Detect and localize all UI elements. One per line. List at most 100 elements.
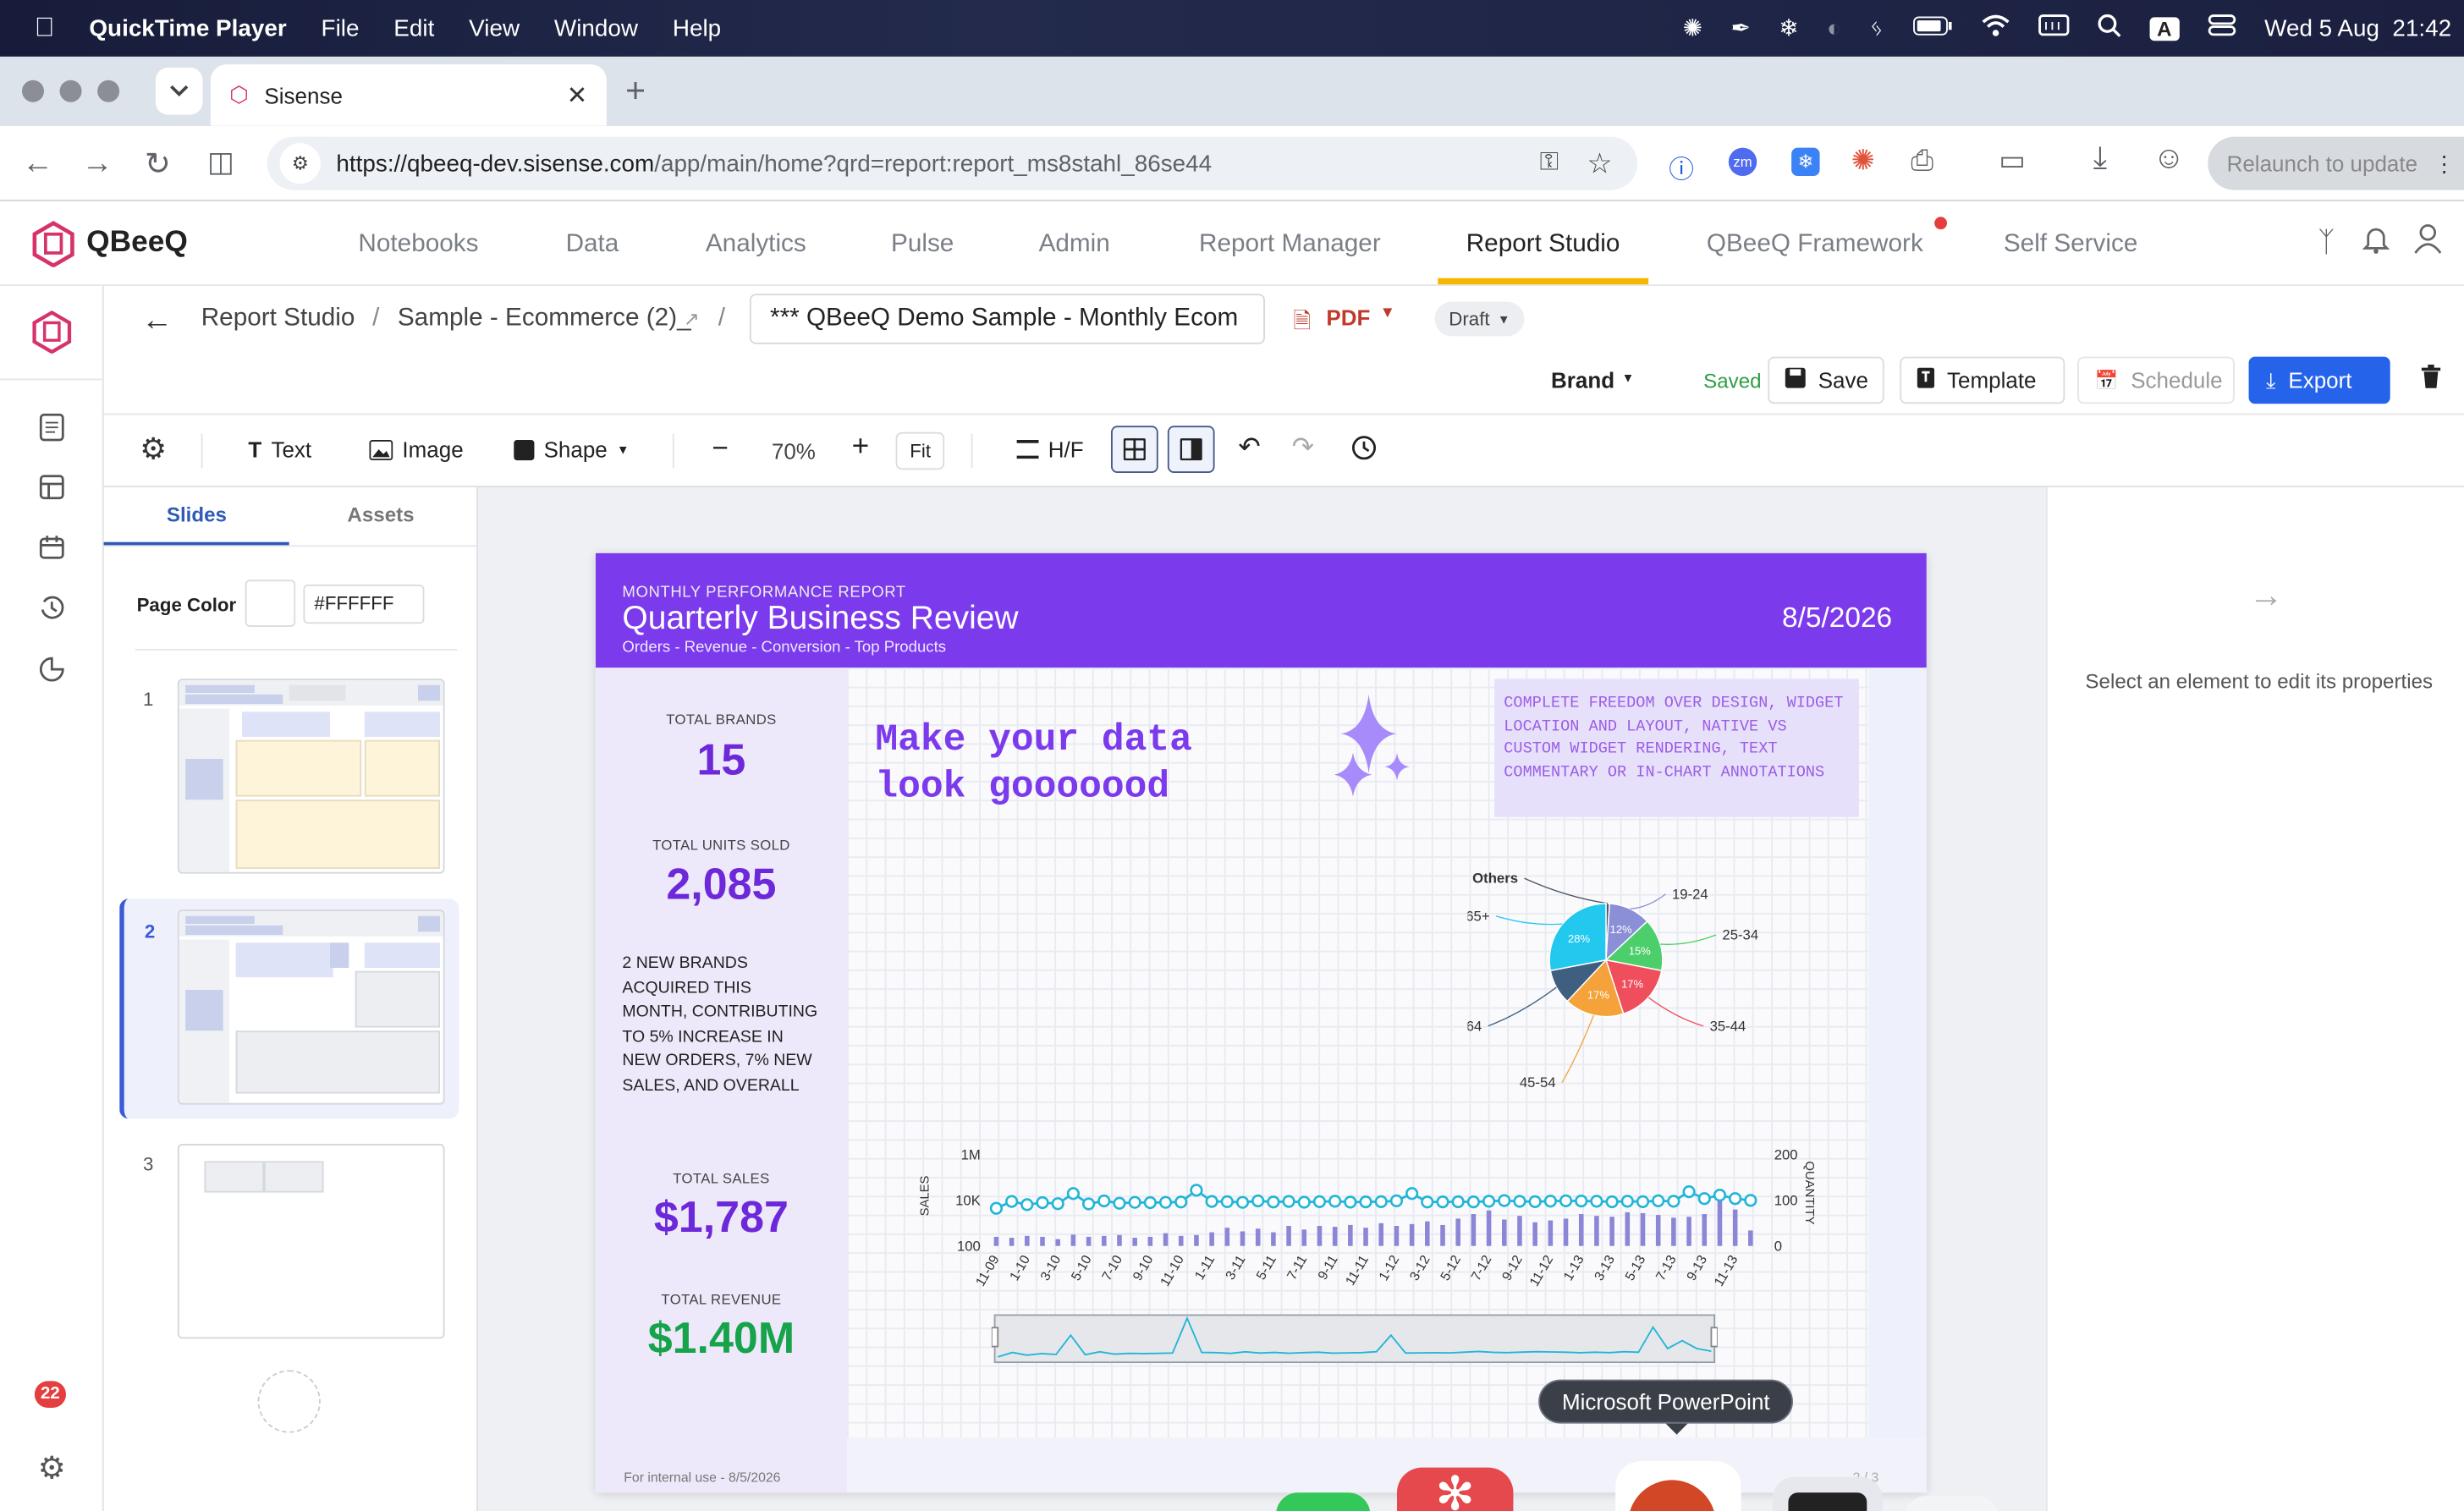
- quantity-bar[interactable]: [1409, 1223, 1415, 1246]
- sales-point[interactable]: [1066, 1187, 1081, 1201]
- bluetooth-icon[interactable]: ᛃ: [1869, 15, 1884, 42]
- sales-point[interactable]: [1528, 1195, 1542, 1208]
- quantity-bar[interactable]: [1686, 1217, 1691, 1246]
- quantity-bar[interactable]: [1301, 1229, 1307, 1246]
- sales-point[interactable]: [1005, 1195, 1019, 1208]
- quantity-bar[interactable]: [1025, 1235, 1030, 1246]
- quantity-bar[interactable]: [1009, 1238, 1015, 1246]
- dock-powerpoint-icon[interactable]: [1615, 1461, 1741, 1511]
- sales-point[interactable]: [1697, 1192, 1711, 1206]
- settings-gear-icon[interactable]: ⚙: [38, 1448, 66, 1487]
- zoom-in-icon[interactable]: +: [852, 431, 870, 465]
- sales-point[interactable]: [1051, 1197, 1064, 1211]
- quantity-bar[interactable]: [1471, 1214, 1477, 1246]
- quantity-bar[interactable]: [1594, 1216, 1599, 1246]
- sales-point[interactable]: [1636, 1195, 1650, 1208]
- sales-point[interactable]: [1220, 1195, 1234, 1208]
- dock-terminal-icon[interactable]: [1772, 1476, 1883, 1511]
- input-source-badge[interactable]: A: [2148, 16, 2180, 41]
- split-view-icon[interactable]: ◫: [207, 146, 234, 179]
- grid-toggle-button[interactable]: [1111, 426, 1158, 474]
- download-icon[interactable]: ⤓: [2093, 141, 2107, 178]
- quantity-bar[interactable]: [1363, 1228, 1368, 1246]
- window-minimize-button[interactable]: [59, 80, 82, 102]
- sales-point[interactable]: [989, 1201, 1004, 1215]
- sales-point[interactable]: [1466, 1195, 1481, 1209]
- quantity-bar[interactable]: [1517, 1216, 1522, 1246]
- zoom-out-icon[interactable]: −: [712, 432, 729, 465]
- kebab-menu-icon[interactable]: ⋮: [2434, 150, 2456, 177]
- quantity-bar[interactable]: [1625, 1212, 1631, 1246]
- password-key-icon[interactable]: ⚿: [1540, 149, 1559, 177]
- quantity-bar[interactable]: [1070, 1234, 1076, 1246]
- sales-point[interactable]: [1344, 1195, 1357, 1209]
- quantity-bar[interactable]: [1563, 1218, 1569, 1246]
- sales-point[interactable]: [1143, 1195, 1157, 1210]
- nav-admin[interactable]: Admin: [1039, 231, 1110, 259]
- sales-point[interactable]: [1498, 1194, 1511, 1207]
- git-branch-icon[interactable]: ᛉ: [2318, 226, 2335, 259]
- quantity-bar[interactable]: [993, 1236, 999, 1246]
- sales-point[interactable]: [1543, 1195, 1557, 1208]
- focus-icon[interactable]: ◐: [1827, 15, 1841, 42]
- sales-point[interactable]: [1513, 1195, 1526, 1208]
- brand-name[interactable]: QBeeQ: [86, 226, 188, 261]
- nav-qbeeq-framework[interactable]: QBeeQ Framework: [1707, 231, 1923, 259]
- sales-quantity-chart[interactable]: 1M10K1002001000SALES QUANTITY11-09 1-10 3-1…: [894, 1139, 1837, 1311]
- sales-point[interactable]: [1097, 1194, 1111, 1208]
- quantity-bar[interactable]: [1163, 1233, 1169, 1246]
- breadcrumb-root[interactable]: Report Studio: [201, 305, 355, 332]
- quantity-bar[interactable]: [1732, 1209, 1738, 1246]
- sales-point[interactable]: [1652, 1194, 1665, 1207]
- quantity-bar[interactable]: [1532, 1222, 1537, 1246]
- sales-point[interactable]: [1158, 1195, 1173, 1209]
- pie-chart-icon[interactable]: [39, 657, 64, 690]
- sales-point[interactable]: [1113, 1196, 1126, 1210]
- page-color-swatch[interactable]: [245, 580, 296, 628]
- sales-point[interactable]: [1389, 1194, 1404, 1207]
- quantity-bar[interactable]: [1717, 1195, 1723, 1246]
- quantity-bar[interactable]: [1609, 1217, 1614, 1246]
- window-close-button[interactable]: [22, 80, 45, 102]
- reload-icon[interactable]: ↻: [145, 145, 171, 184]
- nav-pulse[interactable]: Pulse: [891, 231, 954, 259]
- external-link-icon[interactable]: ↗: [684, 308, 700, 330]
- export-button[interactable]: ⤓ Export: [2248, 356, 2390, 404]
- tab-assets[interactable]: Assets: [347, 503, 414, 526]
- url-bar[interactable]: ⚙ https://qbeeq-dev.sisense.com/app/main…: [267, 136, 1638, 190]
- sales-point[interactable]: [1205, 1195, 1218, 1208]
- sales-point[interactable]: [1729, 1192, 1742, 1206]
- keyboard-icon[interactable]: [2038, 14, 2069, 42]
- navigator-window[interactable]: [993, 1314, 1716, 1364]
- user-icon[interactable]: [2414, 223, 2442, 262]
- quantity-bar[interactable]: [1255, 1228, 1261, 1246]
- tab-search-icon[interactable]: [155, 67, 203, 115]
- extension-snowflake-icon[interactable]: ❄: [1791, 147, 1820, 177]
- quantity-bar[interactable]: [1178, 1235, 1184, 1246]
- delete-trash-icon[interactable]: [2420, 364, 2442, 398]
- image-tool[interactable]: Image: [369, 437, 464, 462]
- slide-header[interactable]: MONTHLY PERFORMANCE REPORT Quarterly Bus…: [595, 552, 1927, 668]
- relaunch-button[interactable]: Relaunch to update ⋮: [2208, 136, 2464, 190]
- age-pie-chart[interactable]: Others 12% 19-24 15% 25-34 17% 35-44 17% 45-54 55…: [1468, 841, 1814, 1108]
- panel-toggle-button[interactable]: [1167, 426, 1215, 474]
- sales-point[interactable]: [1590, 1195, 1603, 1208]
- sales-point[interactable]: [1235, 1195, 1250, 1209]
- extension-zoom-icon[interactable]: zm: [1728, 147, 1757, 177]
- header-footer-toggle[interactable]: H/F: [1016, 437, 1084, 462]
- window-zoom-button[interactable]: [97, 80, 120, 102]
- sales-point[interactable]: [1744, 1194, 1757, 1207]
- quantity-bar[interactable]: [1748, 1230, 1753, 1246]
- slide-headline[interactable]: Make your data look gooooood: [875, 718, 1284, 812]
- nav-data[interactable]: Data: [566, 231, 619, 259]
- add-slide-placeholder[interactable]: [257, 1370, 321, 1433]
- browser-tab[interactable]: ⬡ Sisense ✕: [210, 64, 607, 126]
- quantity-bar[interactable]: [1101, 1235, 1107, 1246]
- report-title-input[interactable]: *** QBeeQ Demo Sample - Monthly Ecom: [749, 294, 1266, 344]
- save-button[interactable]: Save: [1768, 356, 1884, 404]
- site-info-icon[interactable]: ⚙: [279, 143, 321, 184]
- quantity-bar[interactable]: [1194, 1234, 1199, 1246]
- dock-app-icon[interactable]: ✻: [1397, 1467, 1514, 1511]
- sales-point[interactable]: [1282, 1195, 1295, 1208]
- sales-point[interactable]: [1174, 1195, 1188, 1209]
